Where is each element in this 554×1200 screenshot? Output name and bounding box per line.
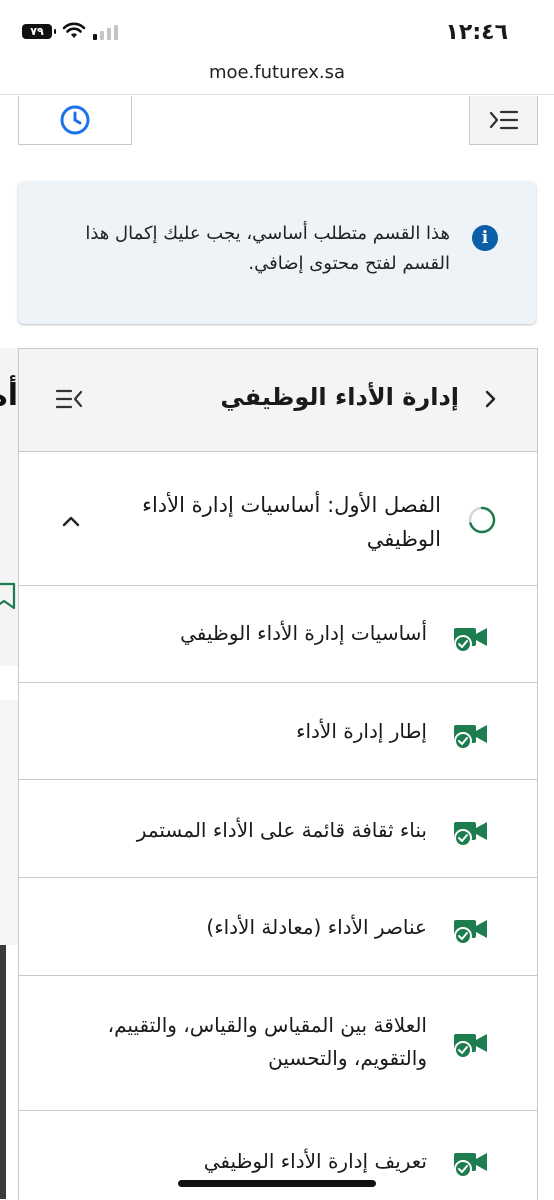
divider bbox=[0, 94, 554, 95]
url-text[interactable]: moe.futurex.sa bbox=[209, 62, 345, 83]
item-title[interactable]: بناء ثقافة قائمة على الأداء المستمر bbox=[67, 814, 427, 847]
left-video-edge bbox=[0, 945, 6, 1199]
bookmark-icon[interactable] bbox=[0, 582, 16, 610]
wifi-icon bbox=[62, 22, 86, 38]
video-complete-icon bbox=[454, 628, 487, 653]
video-complete-icon bbox=[454, 822, 487, 847]
outline-item[interactable]: بناء ثقافة قائمة على الأداء المستمر bbox=[19, 780, 537, 878]
battery-indicator: ٧٩ bbox=[22, 24, 56, 39]
course-outline-panel: إدارة الأداء الوظيفي الفصل الأول: أساسيا… bbox=[18, 348, 538, 1200]
outline-item[interactable]: عناصر الأداء (معادلة الأداء) bbox=[19, 878, 537, 976]
outline-title[interactable]: إدارة الأداء الوظيفي bbox=[220, 383, 459, 411]
section-title[interactable]: الفصل الأول: أساسيات إدارة الأداء الوظيف… bbox=[121, 488, 441, 556]
cellular-signal-icon bbox=[93, 25, 118, 40]
item-title[interactable]: إطار إدارة الأداء bbox=[67, 715, 427, 748]
left-partial-heading: أه إد الأ ال bbox=[0, 378, 18, 413]
outline-item[interactable]: العلاقة بين المقياس والقياس، والتقييم، و… bbox=[19, 976, 537, 1111]
home-indicator[interactable] bbox=[178, 1180, 376, 1187]
item-title[interactable]: تعريف إدارة الأداء الوظيفي bbox=[67, 1145, 427, 1178]
prerequisite-info-banner: i هذا القسم متطلب أساسي، يجب عليك إكمال … bbox=[18, 181, 536, 324]
status-time: ١٢:٤٦ bbox=[445, 20, 508, 45]
video-complete-icon bbox=[454, 920, 487, 945]
item-title[interactable]: أساسيات إدارة الأداء الوظيفي bbox=[67, 617, 427, 650]
outline-toggle-button[interactable] bbox=[469, 96, 538, 145]
info-banner-text: هذا القسم متطلب أساسي، يجب عليك إكمال هذ… bbox=[85, 223, 450, 274]
chevron-right-icon[interactable] bbox=[483, 389, 497, 409]
chevron-up-icon[interactable] bbox=[61, 514, 81, 528]
item-title[interactable]: عناصر الأداء (معادلة الأداء) bbox=[67, 911, 427, 944]
status-bar: ٧٩ ١٢:٤٦ bbox=[0, 0, 554, 60]
outline-item[interactable]: أساسيات إدارة الأداء الوظيفي bbox=[19, 586, 537, 683]
timer-button[interactable] bbox=[18, 96, 132, 145]
outline-menu-icon bbox=[489, 110, 518, 130]
clock-icon bbox=[60, 105, 90, 135]
video-complete-icon bbox=[454, 1153, 487, 1178]
address-bar[interactable]: moe.futurex.sa bbox=[0, 60, 554, 92]
video-complete-icon bbox=[454, 725, 487, 750]
info-icon: i bbox=[472, 225, 498, 251]
video-complete-icon bbox=[454, 1034, 487, 1059]
progress-ring-icon bbox=[468, 506, 496, 534]
outline-header: إدارة الأداء الوظيفي bbox=[19, 349, 537, 452]
left-content-strip bbox=[0, 700, 18, 945]
item-title[interactable]: العلاقة بين المقياس والقياس، والتقييم، و… bbox=[67, 1009, 427, 1075]
collapse-list-icon[interactable] bbox=[55, 389, 83, 409]
outline-item[interactable]: إطار إدارة الأداء bbox=[19, 683, 537, 780]
outline-section[interactable]: الفصل الأول: أساسيات إدارة الأداء الوظيف… bbox=[19, 452, 537, 586]
